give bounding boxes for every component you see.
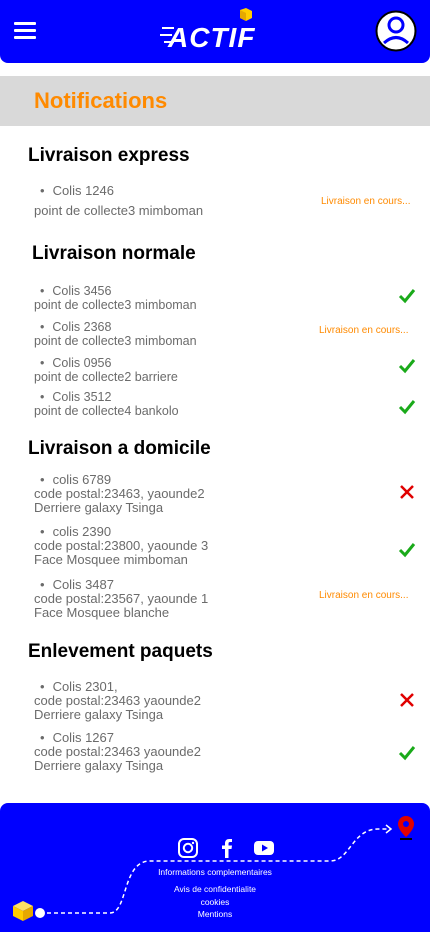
colis-number: Colis 3456 [34,284,197,298]
list-item[interactable]: Colis 0956 point de collecte2 barriere [34,356,178,384]
status-in-progress: Livraison en cours... [319,325,409,336]
list-item[interactable]: Colis 2301, code postal:23463 yaounde2 D… [34,680,201,722]
package-box-icon [13,901,33,921]
actif-logo[interactable]: ACTIF [160,8,270,54]
item-address-detail: Derriere galaxy Tsinga [34,500,164,515]
colis-number: Colis 0956 [34,356,178,370]
list-item[interactable]: Colis 3512 point de collecte4 bankolo [34,390,179,418]
colis-number: Colis 1246 [34,184,203,198]
section-title-enlevement: Enlevement paquets [28,641,213,662]
colis-number: Colis 3512 [34,390,179,404]
location-pin-icon [398,816,414,840]
item-address: code postal:23800, yaounde 3 [34,538,209,553]
list-item[interactable]: Colis 1246 point de collecte3 mimboman [34,184,203,218]
notifications-bar: Notifications [0,76,430,126]
mentions-link[interactable]: Mentions [130,909,300,919]
status-in-progress: Livraison en cours... [321,196,411,207]
item-address: point de collecte3 mimboman [34,334,197,348]
colis-number: Colis 2301, [34,680,201,694]
facebook-icon[interactable] [216,837,238,859]
check-icon [398,746,416,761]
check-icon [398,359,416,374]
app-footer: Informations complementaires Avis de con… [0,803,430,932]
logo-text: ACTIF [168,22,256,53]
item-address-detail: Face Mosquee mimboman [34,552,188,567]
list-item[interactable]: Colis 3456 point de collecte3 mimboman [34,284,197,312]
app-header: ACTIF [0,0,430,63]
list-item[interactable]: colis 2390 code postal:23800, yaounde 3 … [34,525,208,567]
cross-icon [400,485,414,499]
privacy-notice-link[interactable]: Avis de confidentialite [130,884,300,894]
section-title-express: Livraison express [28,145,190,166]
cross-icon [400,693,414,707]
item-address-detail: Derriere galaxy Tsinga [34,758,164,773]
item-address-detail: Derriere galaxy Tsinga [34,707,164,722]
route-start-dot-icon [35,908,45,918]
item-address: code postal:23463 yaounde2 [34,744,201,759]
item-address: point de collecte4 bankolo [34,404,179,418]
colis-number: Colis 3487 [34,578,208,592]
youtube-icon[interactable] [253,837,275,859]
list-item[interactable]: Colis 2368 point de collecte3 mimboman [34,320,197,348]
check-icon [398,289,416,304]
item-address: code postal:23463, yaounde2 [34,486,205,501]
page-title: Notifications [34,88,168,113]
colis-number: colis 2390 [34,525,208,539]
item-address: point de collecte3 mimboman [34,203,204,218]
list-item[interactable]: Colis 3487 code postal:23567, yaounde 1 … [34,578,208,620]
item-address: point de collecte2 barriere [34,370,178,384]
item-address-detail: Face Mosquee blanche [34,605,170,620]
hamburger-menu-icon[interactable] [14,22,36,40]
colis-number: colis 6789 [34,473,205,487]
list-item[interactable]: colis 6789 code postal:23463, yaounde2 D… [34,473,205,515]
list-item[interactable]: Colis 1267 code postal:23463 yaounde2 De… [34,731,201,773]
user-profile-icon[interactable] [375,10,417,52]
check-icon [398,400,416,415]
section-title-domicile: Livraison a domicile [28,438,211,459]
item-address: code postal:23567, yaounde 1 [34,591,209,606]
check-icon [398,543,416,558]
section-title-normale: Livraison normale [32,243,196,264]
item-address: point de collecte3 mimboman [34,298,197,312]
cookies-link[interactable]: cookies [130,897,300,907]
info-complementaires-link[interactable]: Informations complementaires [130,867,300,877]
instagram-icon[interactable] [177,837,199,859]
item-address: code postal:23463 yaounde2 [34,693,201,708]
status-in-progress: Livraison en cours... [319,590,409,601]
colis-number: Colis 2368 [34,320,197,334]
colis-number: Colis 1267 [34,731,201,745]
